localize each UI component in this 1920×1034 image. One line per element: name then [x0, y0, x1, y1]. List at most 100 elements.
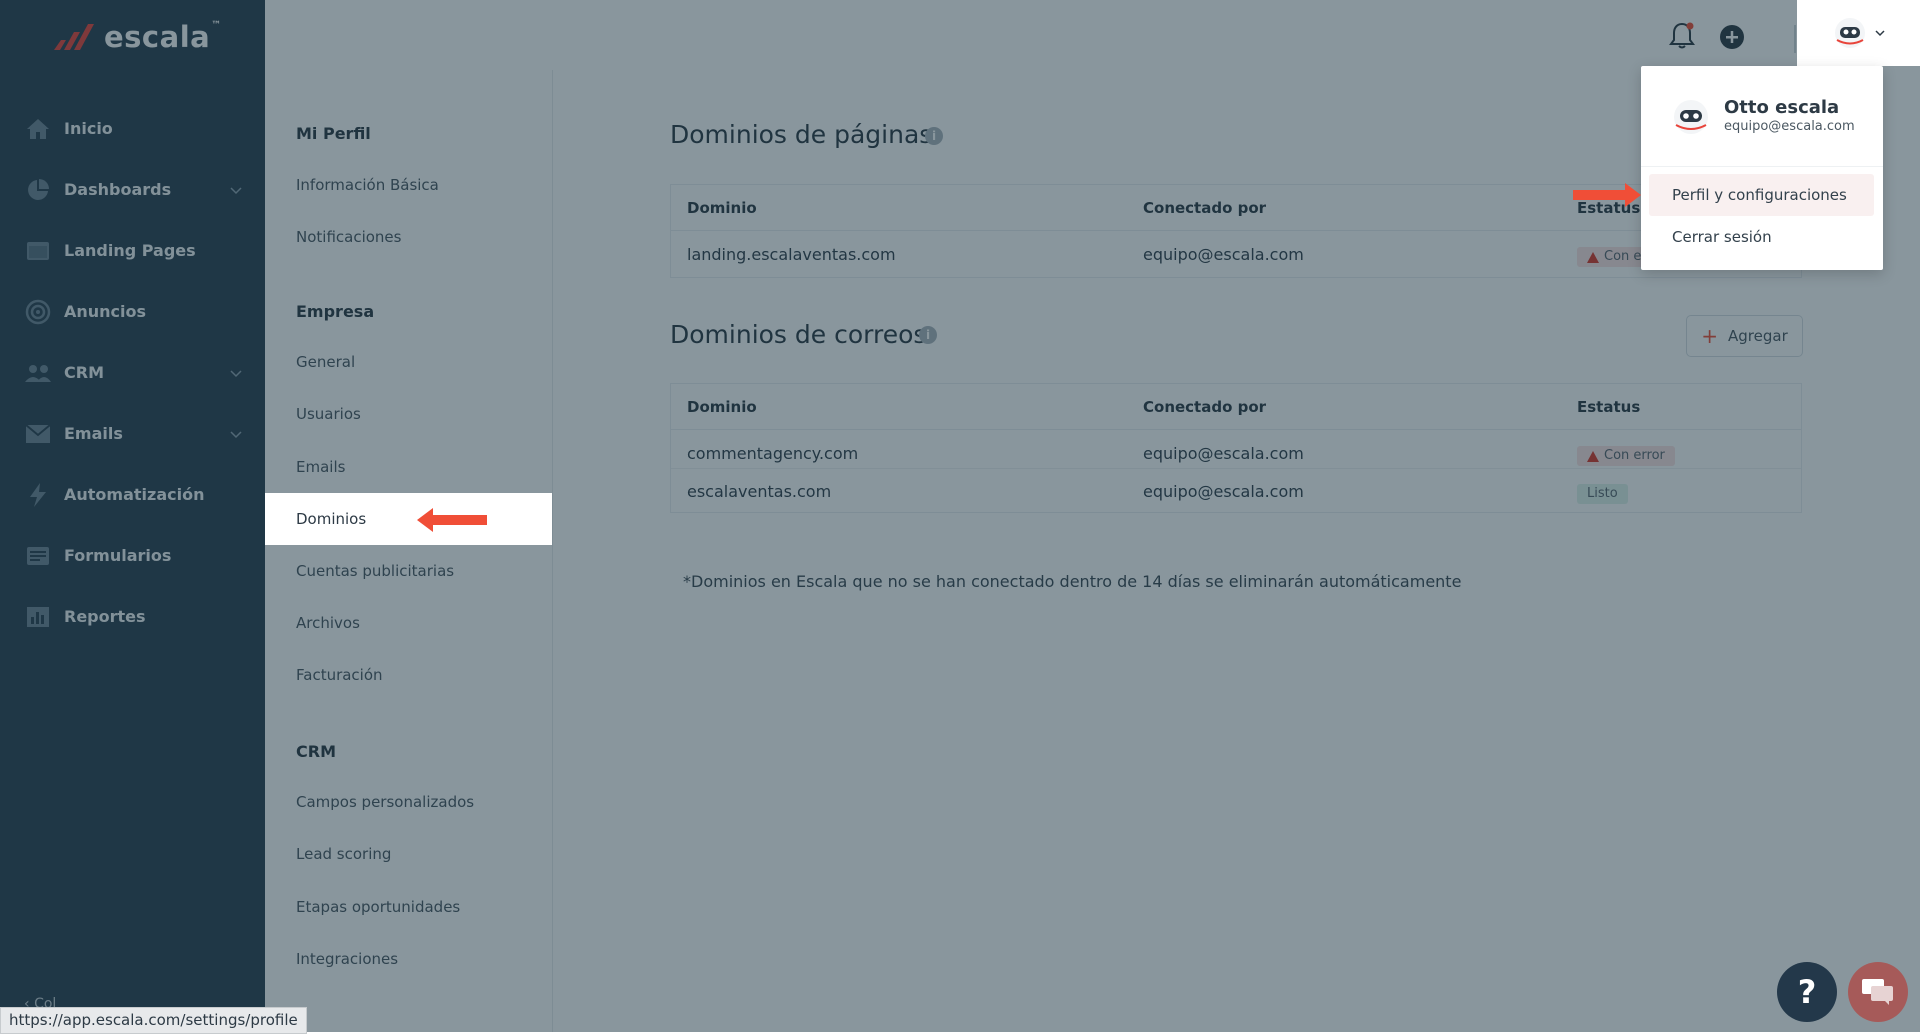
mail-domains-table: Dominio Conectado por Estatus commentage… — [670, 383, 1802, 513]
settings-link-etapas-oportunidades[interactable]: Etapas oportunidades — [296, 898, 460, 916]
settings-link-informacion-basica[interactable]: Información Básica — [296, 176, 439, 194]
table-row-domain: commentagency.com — [687, 444, 859, 463]
domains-footnote: *Dominios en Escala que no se han conect… — [683, 572, 1462, 591]
menu-item-profile-settings[interactable]: Perfil y configuraciones — [1649, 174, 1874, 216]
menu-item-label: Perfil y configuraciones — [1672, 186, 1847, 204]
col-header-conectado-por: Conectado por — [1143, 199, 1267, 217]
pages-domains-title: Dominios de páginas — [670, 120, 933, 149]
chat-icon — [1862, 979, 1893, 1005]
nav-label: Inicio — [64, 119, 113, 138]
bar-chart-icon — [24, 603, 52, 631]
col-header-conectado-por: Conectado por — [1143, 398, 1267, 416]
status-badge: Listo — [1577, 484, 1628, 504]
user-email: equipo@escala.com — [1724, 119, 1855, 134]
target-icon — [24, 298, 52, 326]
settings-link-general[interactable]: General — [296, 353, 355, 371]
table-row-connected-by: equipo@escala.com — [1143, 444, 1304, 463]
table-row-domain: landing.escalaventas.com — [687, 245, 896, 264]
add-button-label: Agregar — [1728, 327, 1788, 345]
nav-label: Automatización — [64, 485, 205, 504]
nav-item-anuncios[interactable]: Anuncios — [0, 281, 265, 342]
status-badge-label: Listo — [1587, 486, 1618, 501]
nav-label: Anuncios — [64, 302, 147, 321]
add-circle-icon[interactable] — [1719, 24, 1745, 50]
pie-chart-icon — [24, 176, 52, 204]
chevron-down-icon — [230, 187, 242, 195]
section-title-crm: CRM — [296, 742, 336, 761]
avatar — [1674, 100, 1708, 134]
bolt-icon — [24, 481, 52, 509]
topbar-divider — [1794, 25, 1796, 53]
settings-link-integraciones[interactable]: Integraciones — [296, 950, 398, 968]
add-domain-button[interactable]: + Agregar — [1686, 315, 1803, 357]
nav-item-crm[interactable]: CRM — [0, 342, 265, 403]
table-row-connected-by: equipo@escala.com — [1143, 482, 1304, 501]
brand-logo[interactable]: escala™ — [52, 20, 222, 54]
envelope-icon — [24, 420, 52, 448]
settings-link-campos-personalizados[interactable]: Campos personalizados — [296, 793, 474, 811]
sidebar: escala™ Inicio Dashboards Landing Pages … — [0, 0, 265, 1032]
col-header-estatus: Estatus — [1577, 398, 1641, 416]
chevron-down-icon — [230, 431, 242, 439]
mail-domains-title: Dominios de correos — [670, 320, 927, 349]
settings-link-lead-scoring[interactable]: Lead scoring — [296, 845, 391, 863]
menu-item-label: Cerrar sesión — [1672, 228, 1772, 246]
chat-button[interactable] — [1848, 962, 1908, 1022]
settings-link-usuarios[interactable]: Usuarios — [296, 405, 361, 423]
col-header-dominio: Dominio — [687, 398, 757, 416]
section-title-mi-perfil: Mi Perfil — [296, 124, 371, 143]
nav-label: Reportes — [64, 607, 146, 626]
status-badge: Con error — [1577, 446, 1675, 466]
logo-text: escala™ — [104, 20, 222, 54]
settings-link-archivos[interactable]: Archivos — [296, 614, 360, 632]
table-row-connected-by: equipo@escala.com — [1143, 245, 1304, 264]
arrow-left-icon — [417, 508, 487, 532]
table-row-domain: escalaventas.com — [687, 482, 832, 501]
nav-item-emails[interactable]: Emails — [0, 403, 265, 464]
user-name: Otto escala — [1724, 97, 1840, 118]
warning-icon — [1587, 251, 1599, 263]
form-icon — [24, 542, 52, 570]
nav-label: Landing Pages — [64, 241, 196, 260]
nav-label: Dashboards — [64, 180, 172, 199]
nav-label: Emails — [64, 424, 123, 443]
user-dropdown-menu: Otto escala equipo@escala.com Perfil y c… — [1641, 66, 1883, 270]
user-menu-button[interactable] — [1797, 0, 1920, 66]
chevron-down-icon — [1874, 30, 1885, 37]
settings-nav-panel: Mi Perfil Información Básica Notificacio… — [265, 70, 553, 1032]
nav-label: CRM — [64, 363, 104, 382]
main-nav: Inicio Dashboards Landing Pages Anuncios… — [0, 98, 265, 647]
info-icon[interactable]: i — [919, 326, 937, 344]
settings-link-label: Dominios — [296, 510, 367, 528]
warning-icon — [1587, 450, 1599, 462]
arrow-right-icon — [1573, 183, 1641, 207]
settings-link-facturacion[interactable]: Facturación — [296, 666, 383, 684]
nav-item-landing-pages[interactable]: Landing Pages — [0, 220, 265, 281]
nav-label: Formularios — [64, 546, 172, 565]
plus-icon: + — [1701, 324, 1719, 348]
dropdown-divider — [1641, 166, 1883, 167]
home-icon — [24, 115, 52, 143]
menu-item-logout[interactable]: Cerrar sesión — [1649, 216, 1874, 258]
settings-link-dominios[interactable]: Dominios — [265, 493, 552, 545]
avatar — [1834, 18, 1865, 48]
section-title-empresa: Empresa — [296, 302, 375, 321]
nav-item-reportes[interactable]: Reportes — [0, 586, 265, 647]
nav-item-automatizacion[interactable]: Automatización — [0, 464, 265, 525]
users-icon — [24, 359, 52, 387]
chevron-down-icon — [230, 370, 242, 378]
browser-window-icon — [24, 237, 52, 265]
col-header-dominio: Dominio — [687, 199, 757, 217]
settings-link-notificaciones[interactable]: Notificaciones — [296, 228, 401, 246]
escala-logo-icon — [54, 24, 94, 50]
nav-item-inicio[interactable]: Inicio — [0, 98, 265, 159]
status-badge-label: Con error — [1604, 448, 1665, 463]
status-bar-url: https://app.escala.com/settings/profile — [0, 1007, 307, 1034]
info-icon[interactable]: i — [925, 127, 943, 145]
nav-item-dashboards[interactable]: Dashboards — [0, 159, 265, 220]
settings-link-emails[interactable]: Emails — [296, 458, 345, 476]
bell-icon[interactable] — [1669, 21, 1695, 49]
nav-item-formularios[interactable]: Formularios — [0, 525, 265, 586]
help-button[interactable]: ? — [1777, 962, 1837, 1022]
settings-link-cuentas-publicitarias[interactable]: Cuentas publicitarias — [296, 562, 454, 580]
